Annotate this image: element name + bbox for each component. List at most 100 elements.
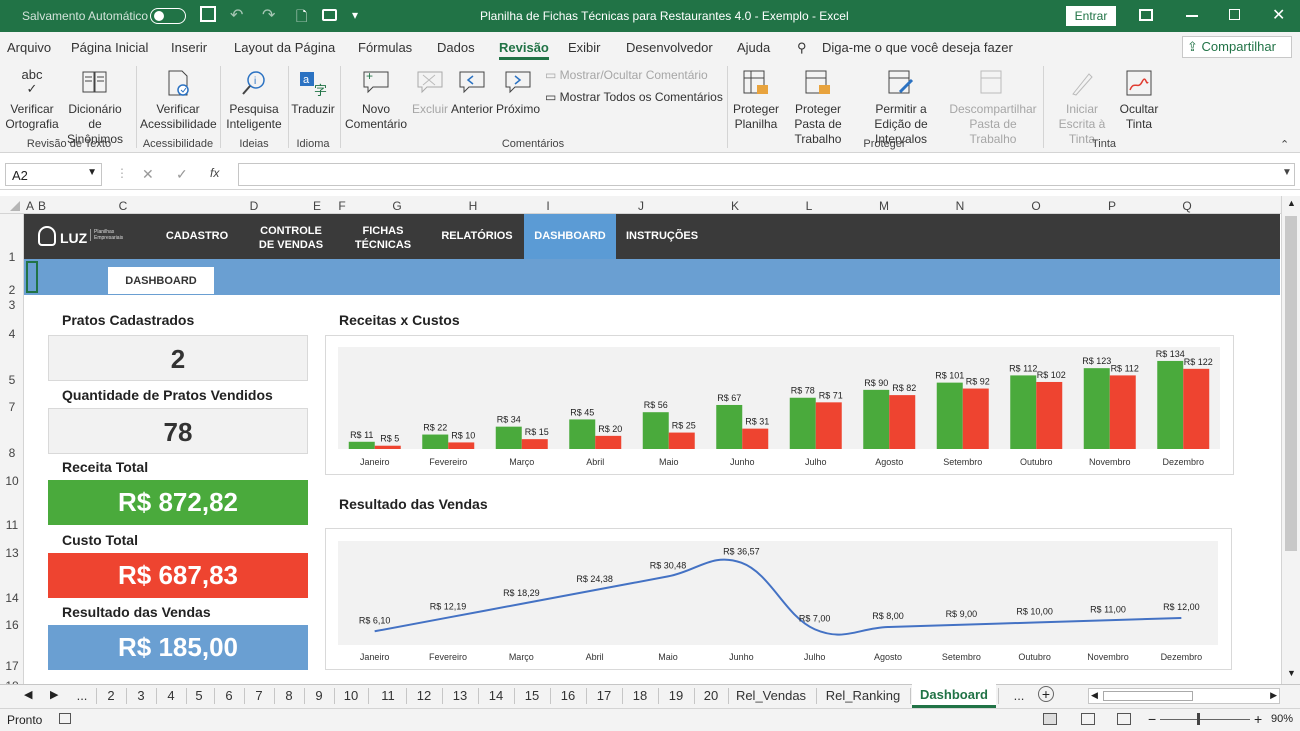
tab-inserir[interactable]: Inserir [171, 40, 207, 55]
sheet-tab-13[interactable]: 13 [444, 688, 476, 703]
restore-icon[interactable] [1229, 9, 1240, 20]
sheet-tab-14[interactable]: 14 [480, 688, 512, 703]
nav-cadastro[interactable]: CADASTRO [158, 214, 236, 259]
sheet-tab-3[interactable]: 3 [128, 688, 154, 703]
row-header-16[interactable]: 16 [0, 618, 24, 632]
sheet-tab-18[interactable]: 18 [624, 688, 656, 703]
column-header-d[interactable]: D [198, 199, 310, 213]
smart-lookup-button[interactable]: i Pesquisa Inteligente [223, 68, 285, 132]
collapse-ribbon-icon[interactable]: ⌃ [1280, 138, 1289, 151]
unshare-workbook-button[interactable]: Descompartilhar Pasta de Trabalho [947, 68, 1039, 147]
chart-revenue-cost[interactable]: R$ 11 R$ 5 Janeiro R$ 22 R$ 10 Fevereiro R$ 34… [325, 335, 1234, 475]
scroll-thumb[interactable] [1285, 216, 1297, 551]
zoom-slider[interactable] [1160, 719, 1250, 720]
minimize-icon[interactable] [1186, 15, 1198, 17]
column-header-n[interactable]: N [922, 199, 998, 213]
chart-result[interactable]: R$ 6,10 Janeiro R$ 12,19 Fevereiro R$ 18,29 M… [325, 528, 1232, 670]
allow-edit-ranges-button[interactable]: Permitir a Edição de Intervalos [857, 68, 945, 147]
row-header-10[interactable]: 10 [0, 474, 24, 488]
row-header-11[interactable]: 11 [0, 518, 24, 532]
nav-fichas-tecnicas[interactable]: FICHAS TÉCNICAS [348, 224, 418, 252]
tab-exibir[interactable]: Exibir [568, 40, 601, 55]
more-options-icon[interactable]: ⋮ [116, 166, 128, 180]
row-header-7[interactable]: 7 [0, 400, 24, 414]
row-header-1[interactable]: 1 [0, 250, 24, 264]
page-layout-view-icon[interactable] [1081, 713, 1095, 725]
sheet-tab-19[interactable]: 19 [660, 688, 692, 703]
sheet-tab-7[interactable]: 7 [246, 688, 272, 703]
row-header-17[interactable]: 17 [0, 659, 24, 673]
selected-cell-a2[interactable] [26, 261, 38, 293]
start-inking-button[interactable]: Iniciar Escrita à Tinta [1047, 68, 1117, 147]
sheet-tab--[interactable]: ... [1006, 688, 1032, 703]
thesaurus-button[interactable]: Dicionário de Sinônimos [60, 68, 130, 147]
sheet-tab-6[interactable]: 6 [216, 688, 242, 703]
tab-revisao[interactable]: Revisão [499, 40, 549, 60]
prev-sheet-icon[interactable]: ◀ [24, 688, 32, 701]
tab-layout[interactable]: Layout da Página [234, 40, 335, 55]
translate-button[interactable]: a字 Traduzir [290, 68, 336, 117]
tab-formulas[interactable]: Fórmulas [358, 40, 412, 55]
delete-comment-button[interactable]: Excluir [411, 68, 449, 117]
tab-ajuda[interactable]: Ajuda [737, 40, 770, 55]
sheet-tab-11[interactable]: 11 [372, 688, 404, 703]
scroll-up-icon[interactable]: ▲ [1287, 198, 1296, 208]
new-comment-button[interactable]: + Novo Comentário [343, 68, 409, 132]
ribbon-display-icon[interactable] [1139, 9, 1153, 21]
page-break-view-icon[interactable] [1117, 713, 1131, 725]
sheet-tab-4[interactable]: 4 [158, 688, 184, 703]
zoom-in-icon[interactable]: + [1254, 711, 1262, 727]
sheet-tab-8[interactable]: 8 [276, 688, 302, 703]
normal-view-icon[interactable] [1043, 713, 1057, 725]
spelling-button[interactable]: abc ✓ Verificar Ortografia [4, 68, 60, 132]
sheet-tab-dashboard[interactable]: Dashboard [912, 684, 996, 708]
previous-comment-button[interactable]: Anterior [450, 68, 494, 117]
scroll-right-icon[interactable]: ▶ [1270, 690, 1277, 701]
lightbulb-search-icon[interactable]: ⚲ [797, 40, 807, 56]
row-header-3[interactable]: 3 [0, 298, 24, 312]
column-header-m[interactable]: M [846, 199, 922, 213]
name-box-dropdown-icon[interactable]: ▼ [87, 167, 97, 178]
row-header-4[interactable]: 4 [0, 327, 24, 341]
name-box[interactable]: A2 ▼ [5, 163, 102, 186]
undo-icon[interactable]: ↶ [230, 5, 243, 25]
sheet-tab-5[interactable]: 5 [186, 688, 212, 703]
column-header-f[interactable]: F [324, 199, 360, 213]
row-header-2[interactable]: 2 [0, 283, 24, 297]
row-header-8[interactable]: 8 [0, 446, 24, 460]
protect-sheet-button[interactable]: Proteger Planilha [731, 68, 781, 132]
enter-icon[interactable]: ✓ [176, 166, 188, 183]
zoom-level[interactable]: 90% [1271, 713, 1293, 725]
show-hide-comment-button[interactable]: ▭ Mostrar/Ocultar Comentário [545, 68, 725, 83]
tab-pagina-inicial[interactable]: Página Inicial [71, 40, 148, 55]
row-header-5[interactable]: 5 [0, 373, 24, 387]
column-header-e[interactable]: E [310, 199, 324, 213]
show-all-comments-button[interactable]: ▭ Mostrar Todos os Comentários [545, 90, 725, 105]
sheet-tab--[interactable]: ... [70, 688, 94, 703]
column-header-q[interactable]: Q [1150, 199, 1224, 213]
column-header-j[interactable]: J [584, 199, 698, 213]
new-file-icon[interactable]: 🗋 [296, 6, 307, 30]
sheet-tab-12[interactable]: 12 [408, 688, 440, 703]
column-header-l[interactable]: L [772, 199, 846, 213]
row-header-13[interactable]: 13 [0, 546, 24, 560]
column-header-c[interactable]: C [48, 199, 198, 213]
column-header-h[interactable]: H [434, 199, 512, 213]
redo-icon[interactable]: ↷ [262, 5, 275, 25]
select-all-icon[interactable] [10, 201, 20, 211]
hide-ink-button[interactable]: Ocultar Tinta [1117, 68, 1161, 132]
column-header-o[interactable]: O [998, 199, 1074, 213]
zoom-out-icon[interactable]: − [1148, 711, 1156, 727]
add-sheet-icon[interactable]: + [1038, 686, 1054, 702]
next-sheet-icon[interactable]: ▶ [50, 688, 58, 701]
column-header-i[interactable]: I [512, 199, 584, 213]
zoom-handle[interactable] [1197, 713, 1200, 725]
sheet-tab-2[interactable]: 2 [98, 688, 124, 703]
macro-record-icon[interactable] [59, 713, 71, 724]
sheet-tab-16[interactable]: 16 [552, 688, 584, 703]
column-header-k[interactable]: K [698, 199, 772, 213]
sheet-tab-rel-vendas[interactable]: Rel_Vendas [728, 688, 814, 703]
scroll-left-icon[interactable]: ◀ [1091, 690, 1098, 701]
expand-formula-icon[interactable]: ▼ [1282, 167, 1292, 178]
autosave-toggle[interactable] [150, 8, 186, 24]
